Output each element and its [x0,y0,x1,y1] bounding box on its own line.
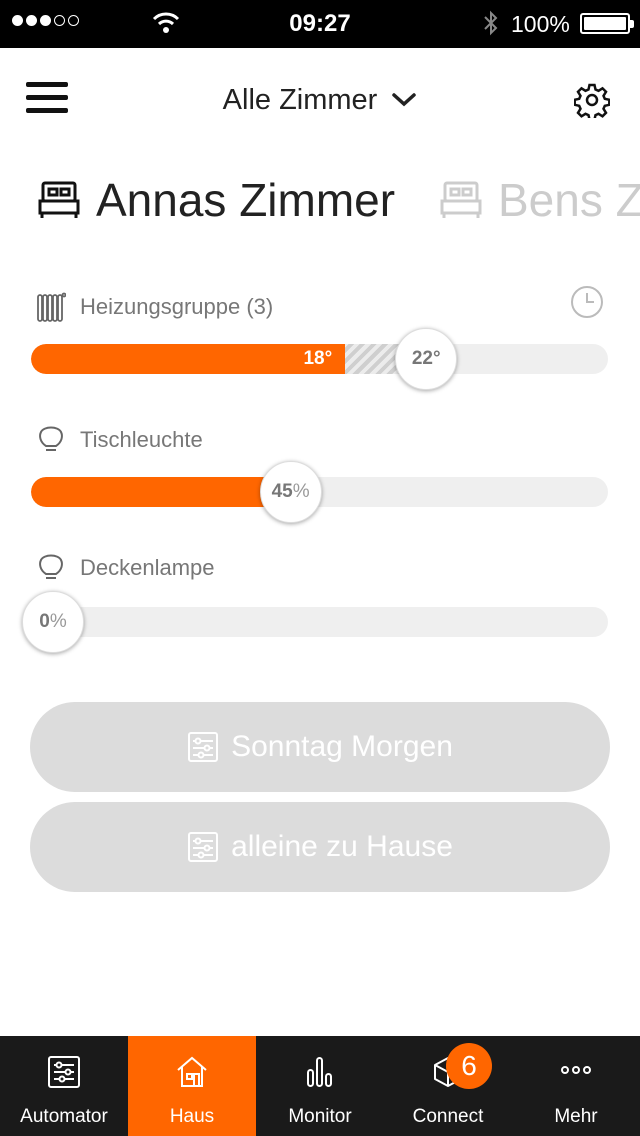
desk-lamp-knob[interactable]: 45% [259,461,322,523]
ceiling-lamp-value: 0 [39,611,50,632]
device-header: Tischleuchte [36,420,203,460]
tab-bar: Automator Haus Monitor 6 Connect Mehr [0,1036,640,1136]
tab-mehr[interactable]: Mehr [512,1036,640,1136]
room-tab-annas-zimmer[interactable]: Annas Zimmer [38,160,395,240]
battery-icon [580,13,634,34]
connect-badge: 6 [446,1043,492,1089]
desk-lamp-value: 45 [271,481,293,502]
more-dots-icon [561,1066,591,1074]
ceiling-lamp-slider-track[interactable] [31,607,608,637]
heating-current-fill [31,344,346,374]
room-selector-label: Alle Zimmer [222,83,378,116]
tab-label: Haus [169,1106,215,1127]
house-icon [177,1056,207,1087]
tab-label: Mehr [554,1106,598,1127]
bed-icon [38,181,80,218]
room-tab-bens-zimmer[interactable]: Bens Z [440,160,640,240]
device-header: Heizungsgruppe (3) [36,287,273,327]
device-name: Tischleuchte [80,427,203,452]
heating-current-value: 18° [303,348,333,369]
tab-haus[interactable]: Haus [128,1036,256,1136]
scene-label: Sonntag Morgen [231,730,453,763]
radiator-icon [37,292,66,322]
room-carousel[interactable]: Annas Zimmer Bens Z [0,160,640,240]
tab-label: Monitor [288,1106,352,1127]
tab-label: Automator [20,1106,108,1127]
bars-icon [307,1057,332,1087]
room-name: Bens Z [498,174,640,226]
ceiling-lamp-unit: % [49,611,67,632]
bed-icon [440,181,482,218]
device-name: Heizungsgruppe (3) [80,294,274,319]
desk-lamp-unit: % [292,481,310,502]
battery-percent: 100% [511,11,570,37]
tab-label: Connect [412,1106,484,1127]
device-header: Deckenlampe [36,548,215,588]
automator-icon [48,1056,80,1088]
tab-connect[interactable]: 6 Connect [384,1036,512,1136]
room-name: Annas Zimmer [96,174,396,226]
scene-label: alleine zu Hause [231,830,453,863]
bulb-icon [39,426,63,451]
heating-target-knob[interactable]: 22° [395,328,458,390]
hamburger-menu-icon[interactable] [26,82,70,116]
settings-gear-icon[interactable] [574,82,610,118]
tab-monitor[interactable]: Monitor [256,1036,384,1136]
bulb-icon [39,554,63,579]
ceiling-lamp-knob[interactable]: 0% [22,591,84,653]
bluetooth-icon [484,10,498,36]
chevron-down-icon [392,93,417,107]
scene-sliders-icon [188,832,219,862]
desk-lamp-level-fill [31,477,291,507]
scene-sliders-icon [188,732,219,762]
clock-icon[interactable] [570,285,604,319]
room-selector-dropdown[interactable]: Alle Zimmer [200,80,440,120]
status-bar: 09:27 100% [0,0,640,48]
scene-button-sonntag-morgen[interactable]: Sonntag Morgen [30,702,610,792]
device-name: Deckenlampe [80,555,215,580]
scene-button-alleine-zu-hause[interactable]: alleine zu Hause [30,802,610,892]
heating-target-value: 22° [411,348,441,369]
tab-automator[interactable]: Automator [0,1036,128,1136]
